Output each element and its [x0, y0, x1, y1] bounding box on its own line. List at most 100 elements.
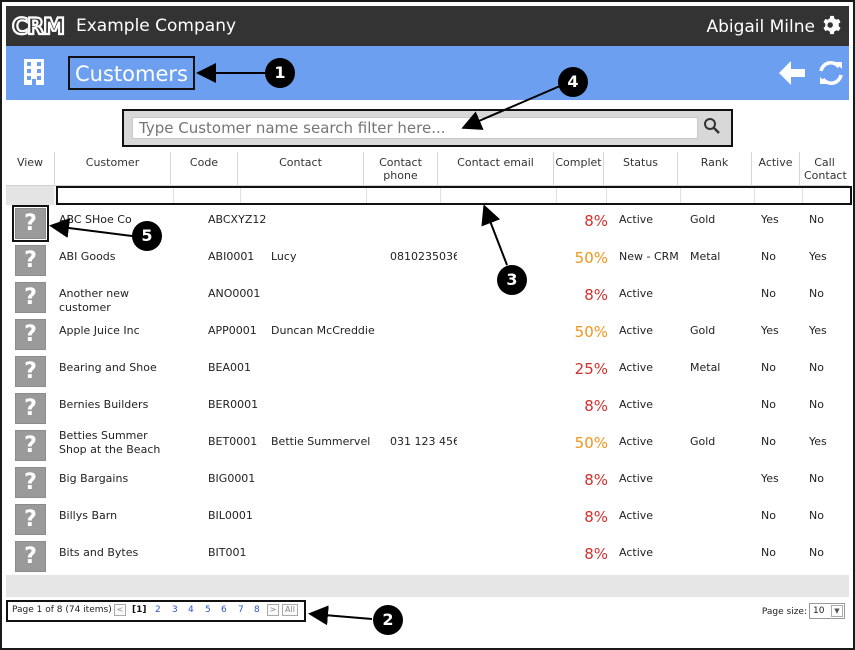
refresh-icon[interactable]: [817, 59, 845, 87]
filter-active[interactable]: [755, 188, 803, 203]
view-question-icon[interactable]: ?: [15, 356, 46, 387]
column-header-contact-phone[interactable]: Contact phone: [364, 152, 438, 186]
cell-active: No: [761, 546, 776, 559]
column-header-complete[interactable]: Complet: [554, 152, 604, 186]
table-row[interactable]: ? Apple Juice Inc APP0001 Duncan McCreddie A…: [6, 316, 849, 353]
search-input[interactable]: [132, 117, 698, 139]
view-question-icon[interactable]: ?: [15, 430, 46, 461]
pager-all-button[interactable]: All: [282, 604, 298, 616]
view-question-icon[interactable]: ?: [12, 205, 49, 242]
cell-customer: ABI Goods: [59, 250, 116, 263]
annotation-callout-5: 5: [132, 221, 162, 251]
pager-prev-button[interactable]: <: [114, 604, 126, 616]
table-row[interactable]: ? ABI Goods ABI0001 Lucy 0810235036 New - CRM…: [6, 242, 849, 279]
table-row[interactable]: ? Bearing and Shoe BEA001 Active Metal No No 25…: [6, 353, 849, 390]
pager-next-button[interactable]: >: [267, 604, 279, 616]
pager-page-4[interactable]: 4: [188, 605, 194, 615]
view-question-icon[interactable]: ?: [15, 467, 46, 498]
cell-complete-percent: 50%: [574, 434, 608, 452]
view-question-icon[interactable]: ?: [15, 282, 46, 313]
view-question-icon[interactable]: ?: [15, 245, 46, 276]
cell-active: Yes: [761, 213, 779, 226]
cell-call-contact: No: [809, 361, 824, 374]
column-filter-box[interactable]: [56, 186, 852, 205]
column-header-view[interactable]: View: [6, 152, 55, 186]
cell-call-contact: No: [809, 472, 824, 485]
cell-active: No: [761, 361, 776, 374]
cell-call-contact: Yes: [809, 324, 827, 337]
pager-page-7[interactable]: 7: [238, 605, 244, 615]
pager-page-5[interactable]: 5: [205, 605, 211, 615]
cell-code: BIG0001: [208, 472, 256, 485]
cell-code: ABCXYZ12: [208, 213, 267, 226]
page-size-value: 10: [813, 606, 825, 616]
cell-code: ANO0001: [208, 287, 261, 300]
user-name[interactable]: Abigail Milne: [706, 17, 815, 37]
table-row[interactable]: ? Bernies Builders BER0001 Active No No 8%: [6, 390, 849, 427]
pager-page-6[interactable]: 6: [221, 605, 227, 615]
pager-page-1[interactable]: [1]: [132, 605, 147, 615]
column-header-rank[interactable]: Rank: [678, 152, 752, 186]
filter-contact[interactable]: [241, 188, 367, 203]
cell-active: No: [761, 287, 776, 300]
gear-icon[interactable]: [821, 14, 843, 36]
table-row[interactable]: ? Bits and Bytes BIT001 Active No No 8%: [6, 538, 849, 575]
pager: Page 1 of 8 (74 items) < [1] 2 3 4 5 6 7…: [6, 600, 306, 622]
cell-status: Active: [619, 213, 654, 226]
table-row[interactable]: ? Another new customer ANO0001 Active No No 8%: [6, 279, 849, 316]
pager-page-8[interactable]: 8: [254, 605, 260, 615]
company-name: Example Company: [76, 16, 237, 36]
top-bar: CRM Example Company Abigail Milne: [6, 6, 849, 46]
back-arrow-icon[interactable]: [777, 59, 807, 87]
filter-customer[interactable]: [58, 188, 174, 203]
cell-complete-percent: 50%: [574, 249, 608, 267]
column-header-contact-email[interactable]: Contact email: [438, 152, 554, 186]
table-row[interactable]: ? Big Bargains BIG0001 Active Yes No 8%: [6, 464, 849, 501]
view-question-icon[interactable]: ?: [15, 541, 46, 572]
filter-contact-email[interactable]: [441, 188, 557, 203]
filter-complete[interactable]: [557, 188, 607, 203]
table-row[interactable]: ? Betties Summer Shop at the Beach BET0001…: [6, 427, 849, 464]
filter-rank[interactable]: [681, 188, 755, 203]
filter-code[interactable]: [174, 188, 241, 203]
view-filter-cell: [6, 186, 54, 205]
cell-customer: Bernies Builders: [59, 398, 149, 411]
page-title: Customers: [68, 56, 195, 90]
chevron-down-icon[interactable]: ▼: [831, 605, 843, 617]
column-header-call-contact[interactable]: Call Contact: [800, 152, 849, 186]
cell-status: Active: [619, 435, 654, 448]
cell-call-contact: No: [809, 509, 824, 522]
cell-status: Active: [619, 546, 654, 559]
cell-status: Active: [619, 472, 654, 485]
view-question-icon[interactable]: ?: [15, 319, 46, 350]
column-header-status[interactable]: Status: [604, 152, 678, 186]
cell-complete-percent: 25%: [574, 360, 608, 378]
filter-status[interactable]: [607, 188, 681, 203]
pager-page-2[interactable]: 2: [155, 605, 161, 615]
cell-call-contact: No: [809, 398, 824, 411]
cell-contact: Bettie Summervel: [271, 435, 371, 448]
column-header-customer[interactable]: Customer: [55, 152, 171, 186]
cell-customer: Big Bargains: [59, 472, 129, 485]
view-question-icon[interactable]: ?: [15, 504, 46, 535]
cell-code: BEA001: [208, 361, 252, 374]
annotation-callout-4: 4: [558, 67, 588, 97]
cell-status: Active: [619, 398, 654, 411]
page-size-select[interactable]: 10 ▼: [809, 603, 845, 619]
cell-complete-percent: 50%: [574, 323, 608, 341]
cell-rank: Metal: [690, 250, 721, 263]
view-question-icon[interactable]: ?: [15, 393, 46, 424]
grid-header: View Customer Code Contact Contact phone…: [6, 152, 849, 186]
annotation-callout-3: 3: [497, 265, 527, 295]
column-header-contact[interactable]: Contact: [238, 152, 364, 186]
cell-active: Yes: [761, 472, 779, 485]
page-size-label: Page size:: [761, 607, 807, 617]
table-row[interactable]: ? Billys Barn BIL0001 Active No No 8%: [6, 501, 849, 538]
cell-rank: Gold: [690, 324, 716, 337]
column-header-code[interactable]: Code: [171, 152, 238, 186]
search-icon[interactable]: [703, 117, 721, 135]
cell-status: Active: [619, 287, 654, 300]
pager-page-3[interactable]: 3: [172, 605, 178, 615]
column-header-active[interactable]: Active: [752, 152, 800, 186]
filter-contact-phone[interactable]: [367, 188, 441, 203]
